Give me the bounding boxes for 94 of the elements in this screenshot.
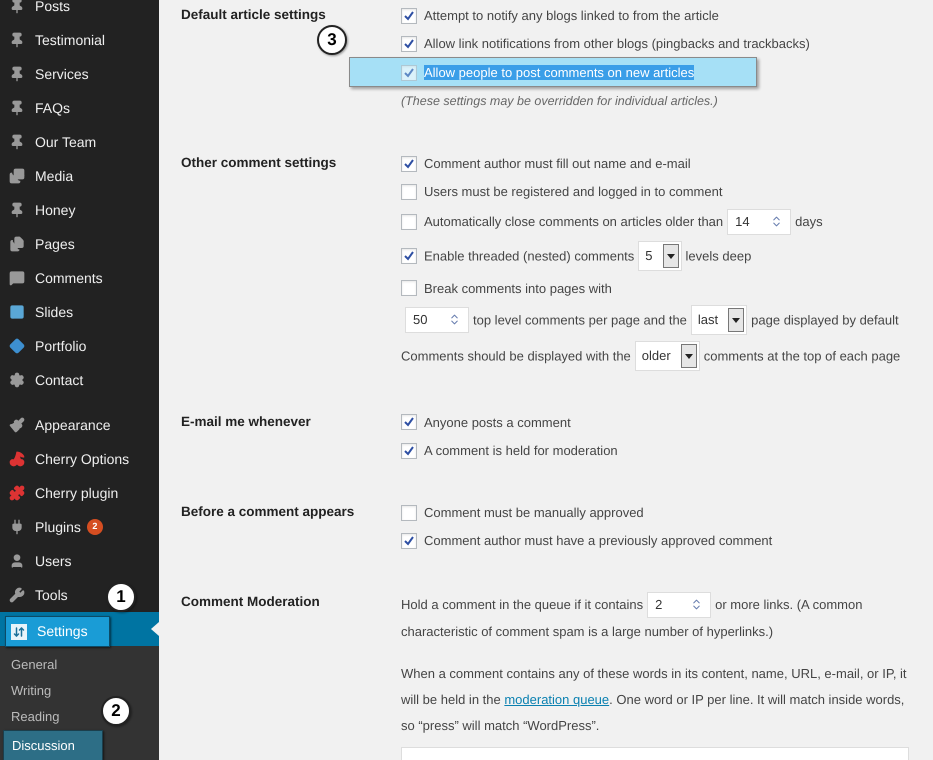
checkbox[interactable] [401,184,417,200]
checkbox[interactable] [401,64,417,81]
moderation-description: When a comment contains any of these words in its content, name, URL, e-mail, or IP, it will be held in the moderation queue. One word or IP per line. It will match inside words, so “press” will match “WordPress”. [401,664,908,735]
setting-sentence: Comments should be displayed with the older comments at the top of each page [401,338,913,374]
checkbox[interactable] [401,8,417,24]
checkbox[interactable] [401,280,417,296]
setting-text: levels deep [686,248,752,264]
checkmark-icon [403,444,415,456]
sidebar-item[interactable]: Appearance [0,408,113,442]
sidebar-item[interactable]: Contact [0,363,86,397]
caret-icon [728,308,744,332]
setting-text: Automatically close comments on articles older than [424,214,724,230]
submenu-item[interactable]: Reading [0,704,62,730]
pin-icon [9,202,25,218]
note-text: (These settings may be overridden for individual articles.) [401,94,718,108]
checkbox[interactable] [401,248,417,264]
sidebar-item[interactable]: Our Team [0,125,98,159]
setting-text: Comment author must fill out name and e-mail [424,156,691,172]
setting-text: Allow link notifications from other blogs (pingbacks and trackbacks) [424,36,810,52]
pages-icon [9,236,25,252]
dropdown[interactable]: older [634,340,700,371]
setting-text: Break comments into pages with [424,280,612,296]
checkbox[interactable] [401,214,417,230]
sliders-icon [11,624,27,640]
setting-text: Comment must be manually approved [424,505,644,520]
setting-text: Attempt to notify any blogs linked to from the article [424,8,719,24]
checkmark-icon [403,10,415,22]
checkmark-icon [403,158,415,170]
sidebar-item[interactable]: Pages [0,227,77,261]
checkmark-icon [403,38,415,50]
sidebar-item[interactable]: Testimonial [0,23,108,57]
speech-bubble-icon [9,270,25,286]
sidebar-item[interactable]: Media [0,159,76,193]
pin-icon [9,100,25,116]
sidebar-item[interactable]: Honey [0,193,78,227]
dropdown[interactable]: 5 [638,240,682,271]
section-heading: Other comment settings [181,154,338,172]
paintbrush-icon [9,417,25,433]
sidebar-item[interactable]: Cherry plugin [0,476,120,510]
caret-icon [680,344,697,368]
section-heading: Comment Moderation [181,593,321,612]
puzzle-icon [9,485,25,501]
sidebar-item[interactable]: Portfolio [0,329,88,363]
setting-text: Enable threaded (nested) comments [424,248,634,264]
number-field[interactable]: 2 [647,592,712,618]
checkbox[interactable] [401,156,417,172]
number-field[interactable]: 14 [727,208,792,235]
section-heading: Before a comment appears [181,503,356,521]
settings-icon [9,372,25,388]
setting-text: days [795,214,823,230]
checkbox[interactable] [401,532,417,549]
checkmark-icon [403,416,415,428]
checkbox[interactable] [401,36,417,52]
setting-text: Anyone posts a comment [424,414,571,430]
caret-icon [662,244,679,268]
sidebar-item[interactable]: Services [0,57,91,91]
checkmark-icon [403,534,415,547]
diamond-icon [9,338,25,354]
setting-text: Users must be registered and logged in to comment [424,184,722,200]
checkbox[interactable] [401,442,417,458]
sidebar-item[interactable]: FAQs [0,91,72,125]
sidebar-item[interactable]: Slides [0,295,76,329]
section-heading: E-mail me whenever [181,412,312,431]
checkmark-icon [403,66,415,79]
submenu-item[interactable]: Discussion [3,730,103,760]
checkbox[interactable] [401,504,417,521]
setting-text: Allow people to post comments on new articles [424,65,694,80]
number-field[interactable]: 50 [405,306,469,333]
images-icon [9,168,25,184]
dropdown[interactable]: last [690,304,748,335]
setting-text: A comment is held for moderation [424,443,618,458]
sidebar-item[interactable]: Comments [0,261,105,295]
submenu-item[interactable]: General [0,652,60,678]
sidebar-item[interactable]: Cherry Options [0,442,132,476]
sidebar-item[interactable]: Tools [0,578,70,612]
user-icon [9,553,25,569]
sidebar-item[interactable]: Posts [0,0,72,23]
pin-icon [9,66,25,82]
cherry-icon [9,451,25,467]
pin-icon [9,32,25,48]
count-badge: 2 [86,519,103,535]
moderation-queue-link[interactable]: moderation queue [504,692,610,707]
setting-sentence: Hold a comment in the queue if it contains 2 or more links. (A common characteristic of comment spam is a large number of hyperlinks.) [401,588,913,647]
setting-text: Comment author must have a previously approved comment [424,533,772,548]
pin-icon [9,134,25,150]
sidebar-item[interactable]: Users [0,544,74,578]
wrench-icon [9,587,25,603]
setting-sentence: 50 top level comments per page and the last page displayed by default [401,302,913,338]
sidebar-item[interactable]: Plugins 2 [0,510,105,544]
checkmark-icon [403,250,415,262]
submenu-item[interactable]: Writing [0,678,54,704]
section-heading: Default article settings [181,6,327,24]
checkbox[interactable] [401,414,417,430]
pin-icon [9,0,25,14]
